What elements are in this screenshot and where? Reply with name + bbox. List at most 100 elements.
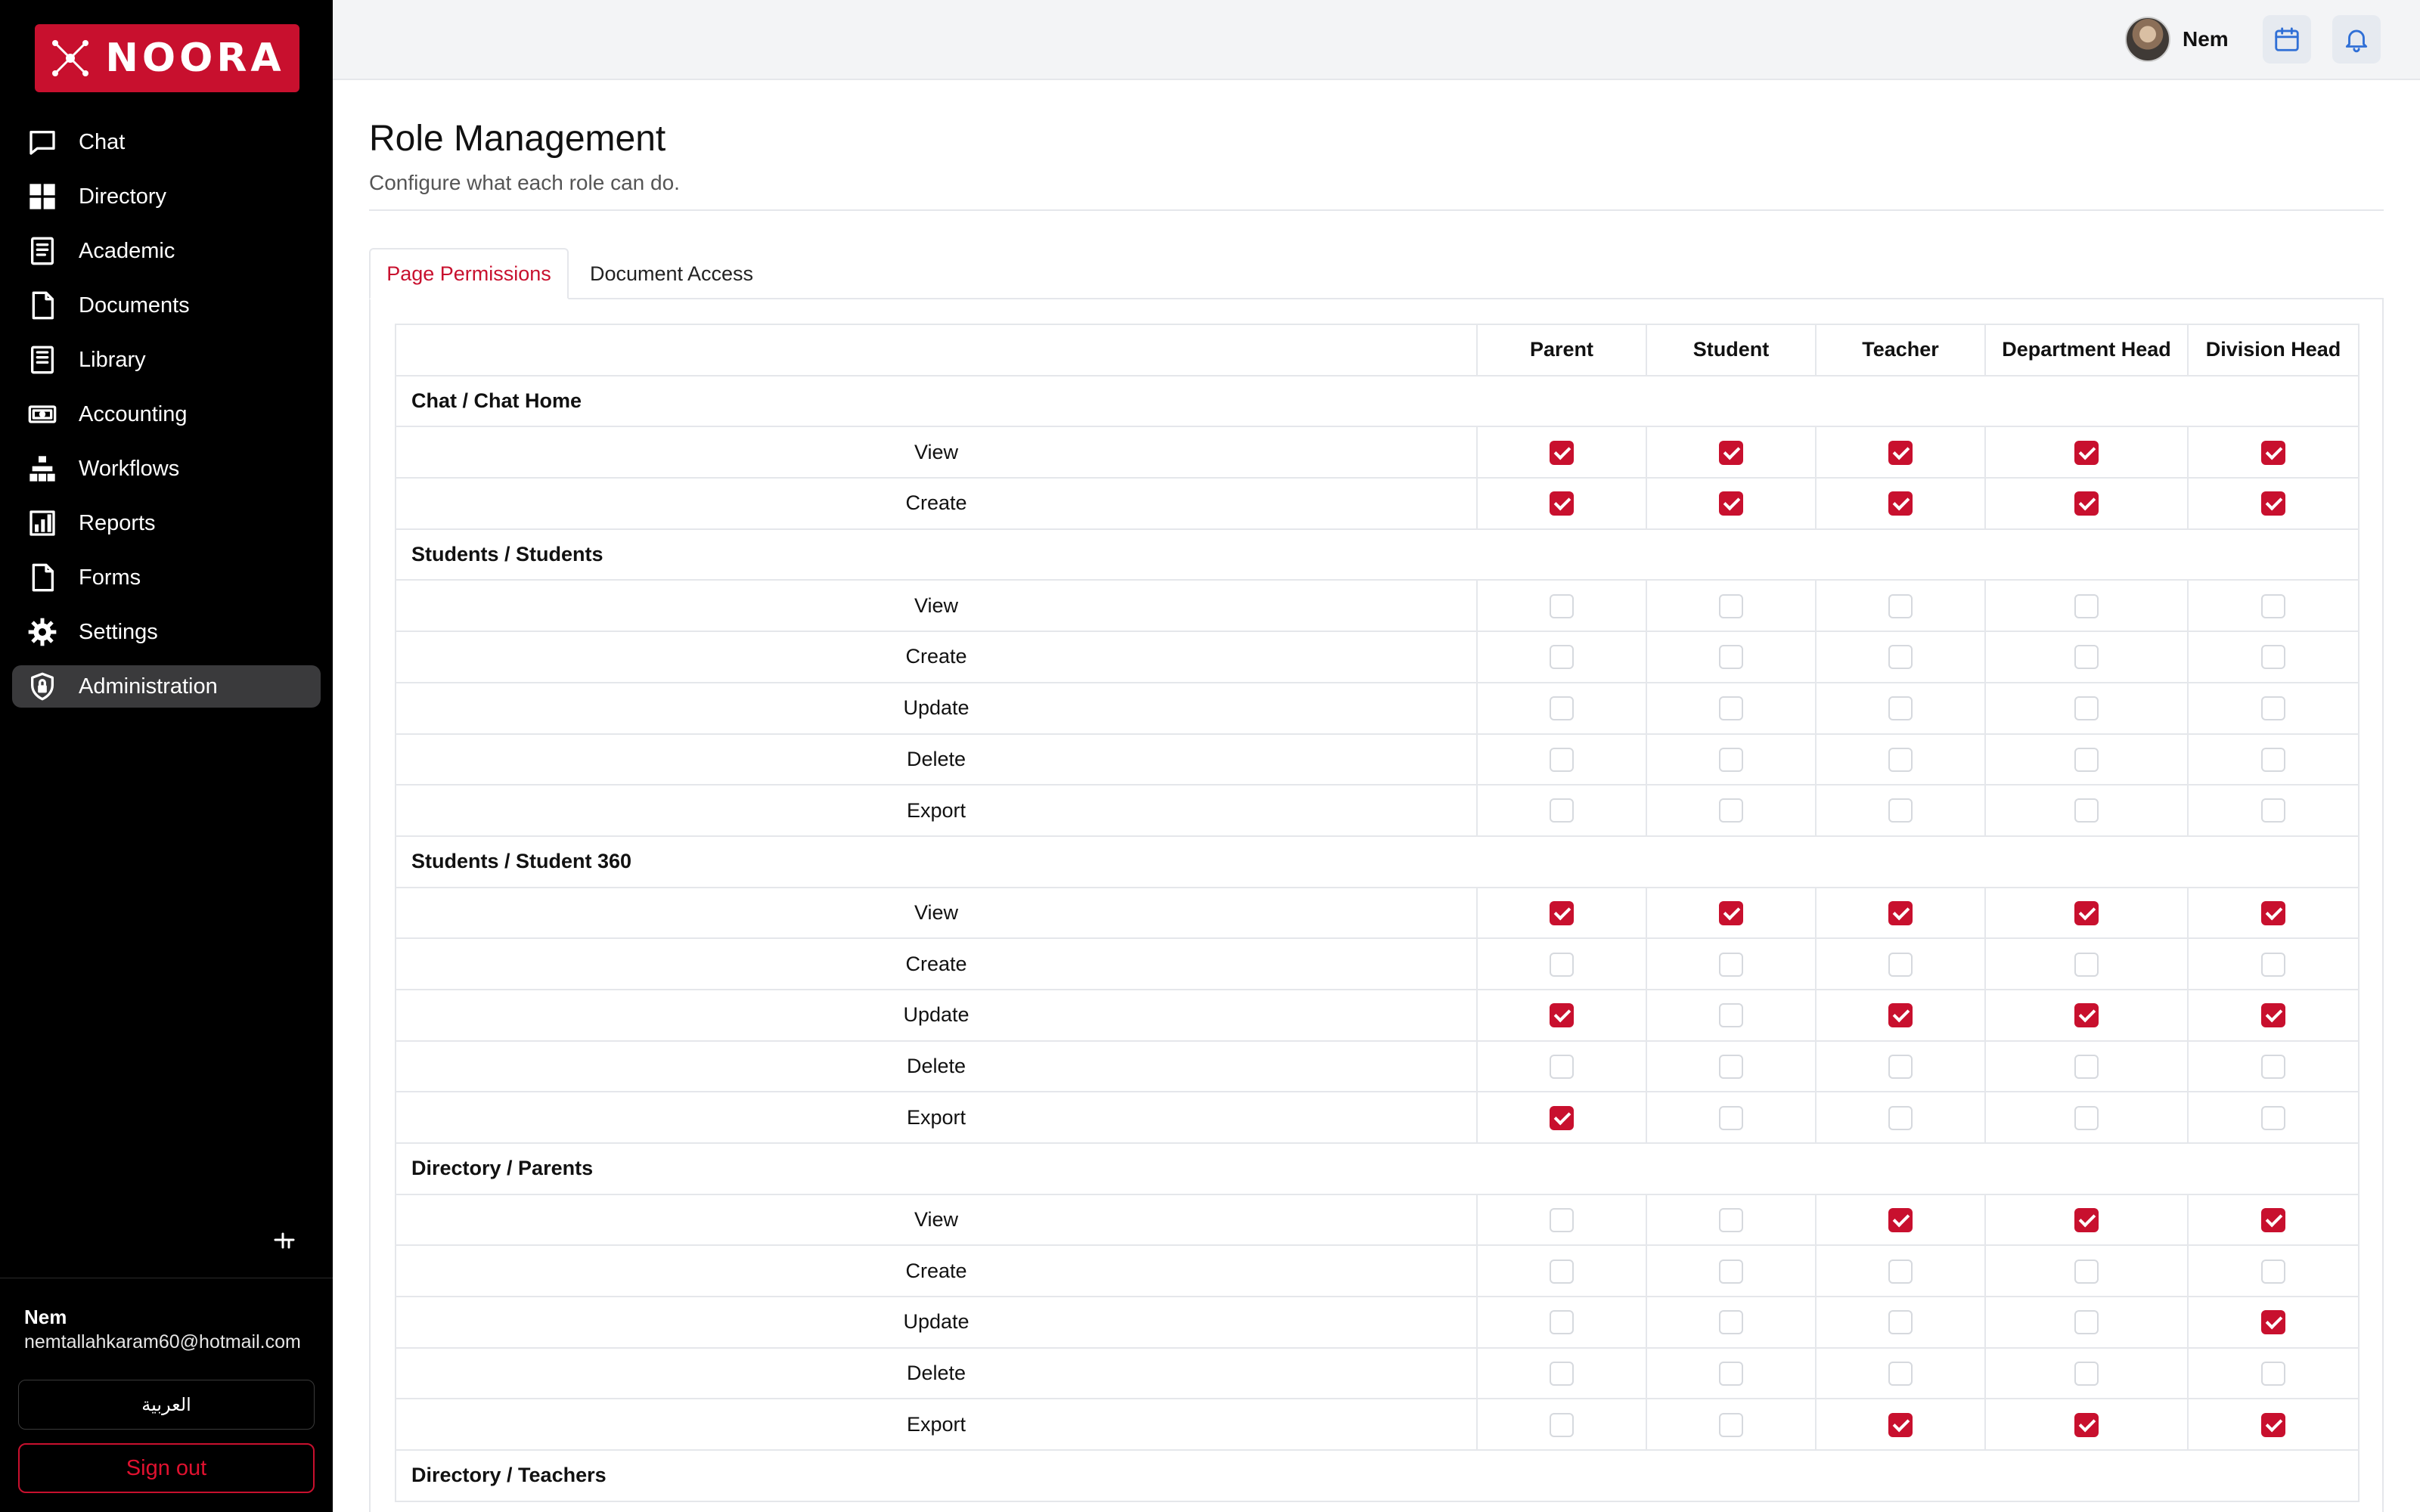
permission-checkbox-student[interactable] <box>1719 696 1743 721</box>
calendar-button[interactable] <box>2263 15 2311 64</box>
permission-checkbox-teacher[interactable] <box>1888 593 1913 618</box>
permission-checkbox-department-head[interactable] <box>2074 1362 2099 1387</box>
permission-checkbox-division-head[interactable] <box>2261 1259 2285 1284</box>
permission-checkbox-teacher[interactable] <box>1888 747 1913 772</box>
permission-checkbox-department-head[interactable] <box>2074 1310 2099 1335</box>
permission-checkbox-parent[interactable] <box>1550 952 1574 977</box>
language-toggle-button[interactable]: العربية <box>18 1380 315 1430</box>
permission-checkbox-student[interactable] <box>1719 1362 1743 1387</box>
permission-checkbox-department-head[interactable] <box>2074 1412 2099 1437</box>
permission-checkbox-student[interactable] <box>1719 1412 1743 1437</box>
permission-checkbox-teacher[interactable] <box>1888 1362 1913 1387</box>
tab-page-permissions[interactable]: Page Permissions <box>369 248 569 299</box>
sign-out-button[interactable]: Sign out <box>18 1443 315 1493</box>
permission-checkbox-department-head[interactable] <box>2074 696 2099 721</box>
permission-checkbox-teacher[interactable] <box>1888 900 1913 925</box>
permission-checkbox-parent[interactable] <box>1550 747 1574 772</box>
sidebar-item-directory[interactable]: Directory <box>12 175 321 218</box>
permission-checkbox-division-head[interactable] <box>2261 798 2285 823</box>
noora-logo[interactable]: NOORA <box>35 24 299 92</box>
permission-checkbox-teacher[interactable] <box>1888 1259 1913 1284</box>
permission-checkbox-student[interactable] <box>1719 1054 1743 1079</box>
permission-checkbox-teacher[interactable] <box>1888 1412 1913 1437</box>
sidebar-item-documents[interactable]: Documents <box>12 284 321 327</box>
permission-checkbox-teacher[interactable] <box>1888 1054 1913 1079</box>
permission-checkbox-division-head[interactable] <box>2261 1362 2285 1387</box>
permission-checkbox-student[interactable] <box>1719 593 1743 618</box>
permission-checkbox-department-head[interactable] <box>2074 1259 2099 1284</box>
sidebar-item-workflows[interactable]: Workflows <box>12 448 321 490</box>
permission-checkbox-teacher[interactable] <box>1888 1003 1913 1028</box>
permission-checkbox-division-head[interactable] <box>2261 1412 2285 1437</box>
sidebar-item-reports[interactable]: Reports <box>12 502 321 544</box>
permission-checkbox-department-head[interactable] <box>2074 900 2099 925</box>
permission-checkbox-parent[interactable] <box>1550 1207 1574 1232</box>
sidebar-item-administration[interactable]: Administration <box>12 665 321 708</box>
permission-checkbox-division-head[interactable] <box>2261 952 2285 977</box>
permission-checkbox-division-head[interactable] <box>2261 696 2285 721</box>
permission-checkbox-division-head[interactable] <box>2261 1310 2285 1335</box>
sidebar-item-settings[interactable]: Settings <box>12 611 321 653</box>
permission-checkbox-department-head[interactable] <box>2074 952 2099 977</box>
permission-checkbox-division-head[interactable] <box>2261 1105 2285 1130</box>
permission-checkbox-parent[interactable] <box>1550 798 1574 823</box>
permission-checkbox-teacher[interactable] <box>1888 491 1913 516</box>
permission-checkbox-department-head[interactable] <box>2074 440 2099 465</box>
permission-checkbox-parent[interactable] <box>1550 1362 1574 1387</box>
permission-checkbox-division-head[interactable] <box>2261 900 2285 925</box>
permission-checkbox-student[interactable] <box>1719 1105 1743 1130</box>
permission-checkbox-student[interactable] <box>1719 1259 1743 1284</box>
permission-checkbox-parent[interactable] <box>1550 900 1574 925</box>
permission-checkbox-parent[interactable] <box>1550 1259 1574 1284</box>
permission-checkbox-student[interactable] <box>1719 1310 1743 1335</box>
sidebar-item-academic[interactable]: Academic <box>12 230 321 272</box>
permission-checkbox-department-head[interactable] <box>2074 1003 2099 1028</box>
permission-checkbox-parent[interactable] <box>1550 1412 1574 1437</box>
top-user-name[interactable]: Nem <box>2183 27 2229 51</box>
permission-checkbox-division-head[interactable] <box>2261 440 2285 465</box>
sidebar-item-library[interactable]: Library <box>12 339 321 381</box>
permission-checkbox-parent[interactable] <box>1550 1310 1574 1335</box>
sidebar-item-accounting[interactable]: Accounting <box>12 393 321 435</box>
permission-checkbox-teacher[interactable] <box>1888 1310 1913 1335</box>
permission-checkbox-student[interactable] <box>1719 1207 1743 1232</box>
permission-checkbox-teacher[interactable] <box>1888 645 1913 670</box>
permission-checkbox-department-head[interactable] <box>2074 798 2099 823</box>
permission-checkbox-parent[interactable] <box>1550 593 1574 618</box>
collapse-sidebar-button[interactable] <box>269 1226 299 1256</box>
permission-checkbox-parent[interactable] <box>1550 696 1574 721</box>
notifications-button[interactable] <box>2332 15 2381 64</box>
permission-checkbox-division-head[interactable] <box>2261 1207 2285 1232</box>
permission-checkbox-division-head[interactable] <box>2261 593 2285 618</box>
permission-checkbox-student[interactable] <box>1719 645 1743 670</box>
permission-checkbox-teacher[interactable] <box>1888 798 1913 823</box>
sidebar-item-chat[interactable]: Chat <box>12 121 321 163</box>
tab-document-access[interactable]: Document Access <box>569 248 774 299</box>
permission-checkbox-department-head[interactable] <box>2074 1105 2099 1130</box>
permission-checkbox-student[interactable] <box>1719 747 1743 772</box>
sidebar-item-forms[interactable]: Forms <box>12 556 321 599</box>
permission-checkbox-department-head[interactable] <box>2074 645 2099 670</box>
permission-checkbox-student[interactable] <box>1719 952 1743 977</box>
permission-checkbox-teacher[interactable] <box>1888 1207 1913 1232</box>
permission-checkbox-student[interactable] <box>1719 900 1743 925</box>
permission-checkbox-parent[interactable] <box>1550 1054 1574 1079</box>
permission-checkbox-division-head[interactable] <box>2261 1054 2285 1079</box>
permission-checkbox-student[interactable] <box>1719 798 1743 823</box>
permission-checkbox-department-head[interactable] <box>2074 491 2099 516</box>
permission-checkbox-teacher[interactable] <box>1888 696 1913 721</box>
permission-checkbox-division-head[interactable] <box>2261 747 2285 772</box>
avatar[interactable] <box>2125 17 2170 62</box>
permission-checkbox-student[interactable] <box>1719 1003 1743 1028</box>
permission-checkbox-department-head[interactable] <box>2074 1207 2099 1232</box>
permission-checkbox-teacher[interactable] <box>1888 440 1913 465</box>
permission-checkbox-department-head[interactable] <box>2074 747 2099 772</box>
permission-checkbox-division-head[interactable] <box>2261 1003 2285 1028</box>
permission-checkbox-parent[interactable] <box>1550 440 1574 465</box>
permission-checkbox-student[interactable] <box>1719 440 1743 465</box>
permission-checkbox-department-head[interactable] <box>2074 593 2099 618</box>
permission-checkbox-department-head[interactable] <box>2074 1054 2099 1079</box>
permission-checkbox-parent[interactable] <box>1550 1003 1574 1028</box>
permission-checkbox-parent[interactable] <box>1550 645 1574 670</box>
permission-checkbox-teacher[interactable] <box>1888 952 1913 977</box>
